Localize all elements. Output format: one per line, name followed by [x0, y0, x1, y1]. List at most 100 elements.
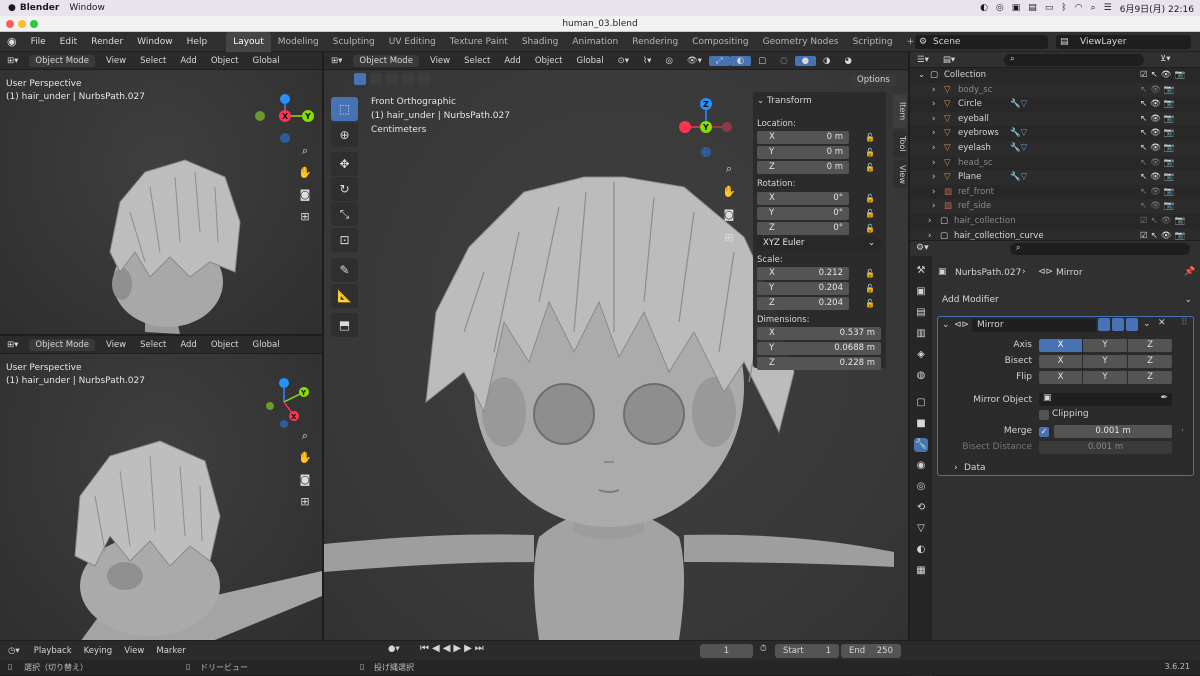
menu-view[interactable]: View	[423, 56, 457, 66]
object-icon[interactable]: ■	[914, 417, 928, 431]
tab-animation[interactable]: Animation	[565, 32, 625, 52]
tab-texture-paint[interactable]: Texture Paint	[443, 32, 515, 52]
playback-controls[interactable]: ⏮◀◀▶▶⏭	[420, 643, 487, 654]
menu-object[interactable]: Object	[204, 56, 246, 66]
select-new-icon[interactable]	[354, 73, 366, 85]
outliner-row[interactable]: › ▽ Circle ↖👁📷 🔧▽	[910, 97, 1200, 112]
stopwatch-icon[interactable]: ⏱	[760, 644, 767, 654]
visibility-toggles[interactable]: ☑↖👁📷	[1140, 214, 1188, 229]
start-frame-field[interactable]: Start 1	[775, 644, 839, 658]
visibility-toggles[interactable]: ↖👁📷	[1140, 170, 1178, 185]
collapse-icon[interactable]: ⌄	[942, 320, 950, 330]
location-x-field[interactable]: X0 m	[757, 131, 849, 144]
data-icon[interactable]: ▽	[914, 522, 928, 536]
nav-gizmo[interactable]: Z Y	[673, 96, 739, 162]
scale-z-field[interactable]: Z 0.204	[757, 297, 849, 310]
lock-icon[interactable]: 🔓	[865, 133, 875, 142]
select-extend-icon[interactable]	[370, 73, 382, 85]
menu-object[interactable]: Object	[528, 56, 570, 66]
visibility-toggles[interactable]: ↖👁📷	[1140, 156, 1178, 171]
status-icon[interactable]: ▤	[1028, 3, 1037, 13]
viewport-toggle-icon[interactable]	[1112, 318, 1124, 331]
add-modifier-dropdown[interactable]: Add Modifier ⌄	[938, 292, 1194, 308]
wifi-icon[interactable]: ◠	[1075, 3, 1083, 13]
zoom-icon[interactable]: ⌕	[297, 143, 313, 159]
menu-add[interactable]: Add	[173, 56, 203, 66]
expand-toggle-icon[interactable]: ›	[932, 199, 935, 214]
expand-toggle-icon[interactable]: ›	[932, 141, 935, 156]
shading-material-icon[interactable]: ◑	[816, 56, 837, 66]
visibility-toggles[interactable]: ↖👁📷	[1140, 141, 1178, 156]
battery-icon[interactable]: ▭	[1045, 3, 1054, 13]
expand-toggle-icon[interactable]: ›	[928, 214, 931, 229]
zoom-window-icon[interactable]	[30, 20, 38, 28]
menu-window[interactable]: Window	[130, 37, 180, 47]
tab-geometry-nodes[interactable]: Geometry Nodes	[756, 32, 846, 52]
expand-toggle-icon[interactable]: ›	[932, 83, 935, 98]
options-dropdown[interactable]: Options	[851, 74, 896, 86]
editor-type-icon[interactable]: ⊞▾	[0, 340, 25, 350]
expand-toggle-icon[interactable]: ›	[932, 97, 935, 112]
snap-icon[interactable]: ⌇▾	[636, 56, 658, 66]
editmode-toggle-icon[interactable]	[1098, 318, 1110, 331]
lock-icon[interactable]: 🔓	[865, 269, 875, 278]
outliner-row[interactable]: › ▨ ref_side ↖👁📷	[910, 199, 1200, 214]
viewlayer-selector[interactable]: ▤ ViewLayer	[1056, 35, 1191, 49]
select-box-tool-icon[interactable]: ⬚	[331, 97, 358, 121]
camera-icon[interactable]: ◙	[297, 187, 313, 203]
editor-type-icon[interactable]: ⊞▾	[324, 56, 349, 66]
keyframe-dot-icon[interactable]: ·	[1181, 426, 1184, 436]
expand-toggle-icon[interactable]: ›	[932, 156, 935, 171]
measure-tool-icon[interactable]: 📐	[331, 284, 358, 308]
nav-gizmo[interactable]: Y X	[262, 376, 322, 428]
gizmo-toggle-icon[interactable]: ⤢	[708, 55, 730, 66]
clipping-checkbox[interactable]	[1039, 410, 1049, 420]
merge-distance-field[interactable]: 0.001 m	[1054, 425, 1172, 438]
orientation-dropdown[interactable]: Global	[246, 56, 287, 66]
orientation-dropdown[interactable]: Global	[570, 56, 611, 66]
mode-dropdown[interactable]: Object Mode	[29, 338, 95, 351]
modifier-wrench-icon[interactable]: 🔧	[914, 438, 928, 452]
tab-view[interactable]: View	[893, 160, 907, 188]
tab-compositing[interactable]: Compositing	[685, 32, 755, 52]
close-icon[interactable]: ✕	[1158, 318, 1166, 328]
zoom-icon[interactable]: ⌕	[721, 161, 737, 177]
select-invert-icon[interactable]	[402, 73, 414, 85]
lock-icon[interactable]: 🔓	[865, 299, 875, 308]
move-tool-icon[interactable]: ✥	[331, 152, 358, 176]
visibility-toggles[interactable]: ↖👁📷	[1140, 97, 1178, 112]
apple-icon[interactable]: ●	[8, 3, 16, 13]
lock-icon[interactable]: 🔓	[865, 224, 875, 233]
properties-editor[interactable]: ⚙▾ ⌕ ⚒ ▣ ▤ ▥ ◈ ◍ ▢ ■ 🔧 ◉ ◎ ⟲ ▽ ◐ ▦ ▣ NurbsPath.027 › ⊲…	[910, 240, 1200, 676]
visibility-toggles[interactable]: ☑↖👁📷	[1140, 68, 1188, 83]
overlay-icon[interactable]: ◐	[729, 55, 752, 66]
scene-selector[interactable]: ⚙ Scene	[915, 35, 1048, 49]
perspective-grid-icon[interactable]: ⊞	[297, 209, 313, 225]
clock[interactable]: 6月9日(月) 22:16	[1120, 2, 1194, 15]
texture-icon[interactable]: ▦	[914, 564, 928, 578]
cursor-tool-icon[interactable]: ⊕	[331, 123, 358, 147]
editor-type-icon[interactable]: ☰▾	[910, 55, 936, 65]
pivot-icon[interactable]: ⊙▾	[611, 56, 636, 66]
menu-playback[interactable]: Playback	[28, 646, 78, 656]
visibility-toggles[interactable]: ↖👁📷	[1140, 83, 1178, 98]
outliner-row[interactable]: › ▽ Plane ↖👁📷 🔧▽	[910, 170, 1200, 185]
properties-search-input[interactable]: ⌕	[1010, 243, 1190, 255]
display-mode-icon[interactable]: ▤▾	[936, 55, 962, 65]
bisect-distance-field[interactable]: 0.001 m	[1039, 441, 1172, 454]
tab-uv-editing[interactable]: UV Editing	[382, 32, 443, 52]
tab-layout[interactable]: Layout	[226, 31, 271, 52]
menu-object[interactable]: Object	[204, 340, 246, 350]
rotation-x-field[interactable]: X 0°	[757, 192, 849, 205]
mirror-object-field[interactable]: ▣ ✒	[1039, 393, 1172, 406]
chevron-down-icon[interactable]: ⌄	[1143, 319, 1151, 329]
axis-y-toggle[interactable]: Y	[1083, 339, 1127, 352]
tab-item[interactable]: Item	[893, 94, 907, 128]
rotate-tool-icon[interactable]: ↻	[331, 177, 358, 201]
add-cube-tool-icon[interactable]: ⬒	[331, 313, 358, 337]
flip-y-toggle[interactable]: Y	[1083, 371, 1127, 384]
menu-select[interactable]: Select	[133, 340, 173, 350]
particles-icon[interactable]: ◉	[914, 459, 928, 473]
shading-wire-icon[interactable]: ◌	[773, 56, 794, 66]
ortho-grid-icon[interactable]: ⊞	[721, 230, 737, 246]
